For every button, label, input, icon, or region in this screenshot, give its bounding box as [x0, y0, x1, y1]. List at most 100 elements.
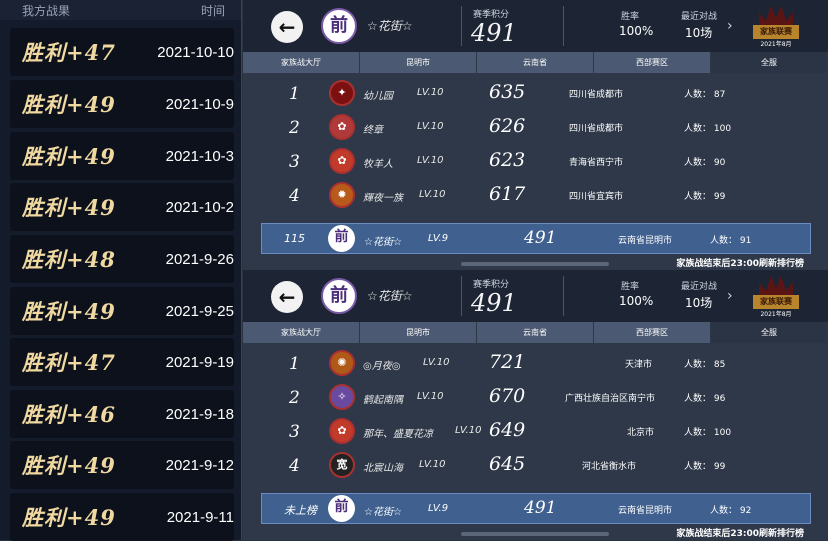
- record-row[interactable]: 胜利+46 2021-9-18: [10, 390, 234, 438]
- win-rate-value: 100%: [619, 294, 654, 308]
- clan-name: 北宸山海: [363, 463, 403, 474]
- clan-name: 幼儿园: [363, 91, 393, 102]
- tab-region[interactable]: 全服: [711, 322, 828, 343]
- record-row[interactable]: 胜利+49 2021-10-9: [10, 80, 234, 128]
- record-row[interactable]: 胜利+49 2021-10-2: [10, 183, 234, 231]
- tab-region[interactable]: 云南省: [477, 322, 594, 343]
- tab-region[interactable]: 全服: [711, 52, 828, 73]
- scrollbar[interactable]: [461, 262, 609, 266]
- arrow-left-icon: ←: [278, 285, 296, 309]
- tab-region[interactable]: 西部赛区: [594, 52, 711, 73]
- badge-title: 家族联赛: [753, 25, 799, 39]
- record-result: 胜利+47: [22, 350, 116, 375]
- win-rate-label: 胜率: [621, 282, 640, 292]
- member-count: 人数： 90: [684, 158, 726, 168]
- ranking-row[interactable]: 4 ✹ 輝夜一族 LV.10 617 四川省宜宾市 人数： 99: [243, 179, 828, 213]
- clan-level: LV.10: [419, 459, 446, 470]
- chevron-right-icon[interactable]: ›: [727, 288, 733, 304]
- clan-avatar-icon: ✧: [329, 384, 355, 410]
- record-result: 胜利+49: [22, 505, 116, 530]
- member-count: 人数： 85: [684, 360, 726, 370]
- record-result: 胜利+49: [22, 453, 116, 478]
- record-row[interactable]: 胜利+47 2021-10-10: [10, 28, 234, 76]
- rank-number: 4: [289, 456, 300, 476]
- clan-location: 天津市: [625, 360, 653, 370]
- ranking-row[interactable]: 1 ✺ ◎月夜◎ LV.10 721 天津市 人数： 85: [243, 347, 828, 381]
- clan-location: 四川省成都市: [569, 124, 624, 134]
- my-clan-location: 云南省昆明市: [618, 236, 673, 246]
- rank-number: 4: [289, 186, 300, 206]
- my-rank: 未上榜: [284, 504, 317, 517]
- tab-region[interactable]: 家族战大厅: [243, 52, 360, 73]
- rank-number: 3: [289, 152, 300, 172]
- badge-season: 2021年8月: [760, 41, 792, 48]
- record-row[interactable]: 胜利+49 2021-9-25: [10, 287, 234, 335]
- member-count: 人数： 87: [684, 90, 726, 100]
- clan-avatar-icon: ✿: [329, 148, 355, 174]
- tab-region[interactable]: 昆明市: [360, 322, 477, 343]
- clan-location: 青海省西宁市: [569, 158, 624, 168]
- back-button[interactable]: ←: [271, 281, 303, 313]
- clan-level: LV.10: [417, 121, 444, 132]
- ranking-row[interactable]: 1 ✦ 幼儿园 LV.10 635 四川省成都市 人数： 87: [243, 77, 828, 111]
- clan-avatar: 前: [321, 278, 357, 314]
- member-count: 人数： 99: [684, 462, 726, 472]
- scrollbar[interactable]: [461, 532, 609, 536]
- ranking-row[interactable]: 3 ✿ 那年、盛夏花凉 LV.10 649 北京市 人数： 100: [243, 415, 828, 449]
- clan-location: 河北省衡水市: [582, 462, 637, 472]
- record-row[interactable]: 胜利+47 2021-9-19: [10, 338, 234, 386]
- my-clan-row[interactable]: 115 前 ☆花街☆ LV.9 491 云南省昆明市 人数： 91: [261, 223, 811, 254]
- clan-name: 輝夜一族: [363, 193, 403, 204]
- tab-region[interactable]: 云南省: [477, 52, 594, 73]
- record-row[interactable]: 胜利+49 2021-9-12: [10, 441, 234, 489]
- clan-location: 北京市: [627, 428, 655, 438]
- clan-level: LV.10: [417, 87, 444, 98]
- tab-region[interactable]: 家族战大厅: [243, 322, 360, 343]
- ranking-row[interactable]: 4 宽北宸山海 LV.10 645 河北省衡水市 人数： 99: [243, 449, 828, 483]
- ranking-row[interactable]: 3 ✿ 牧羊人 LV.10 623 青海省西宁市 人数： 90: [243, 145, 828, 179]
- clan-score: 721: [489, 351, 526, 373]
- clan-name: 牧羊人: [363, 159, 393, 170]
- recent-battles-value: 10场: [685, 26, 713, 40]
- region-tabs: 家族战大厅 昆明市 云南省 西部赛区 全服: [243, 52, 828, 73]
- tab-region[interactable]: 昆明市: [360, 52, 477, 73]
- record-date: 2021-9-26: [165, 250, 234, 268]
- chevron-right-icon[interactable]: ›: [727, 18, 733, 34]
- record-date: 2021-9-25: [165, 302, 234, 320]
- record-date: 2021-9-19: [165, 353, 234, 371]
- badge-season: 2021年8月: [760, 311, 792, 318]
- clan-score: 617: [489, 183, 526, 205]
- clan-avatar-icon: ✹: [329, 182, 355, 208]
- record-result: 胜利+49: [22, 195, 116, 220]
- back-button[interactable]: ←: [271, 11, 303, 43]
- my-clan-score: 491: [524, 498, 557, 518]
- my-clan-row[interactable]: 未上榜前 ☆花街☆ LV.9 491 云南省昆明市 人数： 92: [261, 493, 811, 524]
- record-row[interactable]: 胜利+49 2021-9-11: [10, 493, 234, 541]
- header-time-label: 时间: [200, 3, 225, 18]
- win-rate-value: 100%: [619, 24, 654, 38]
- ranking-panel: ← 前 ☆花街☆ 赛季积分 491 胜率 100% 最近对战 10场 › 家族联赛 2021年8月 家族…: [243, 270, 828, 540]
- league-badge[interactable]: 家族联赛 2021年8月: [753, 273, 799, 318]
- clan-level: LV.10: [417, 391, 444, 402]
- record-row[interactable]: 胜利+48 2021-9-26: [10, 235, 234, 283]
- badge-title: 家族联赛: [753, 295, 799, 309]
- record-row[interactable]: 胜利+49 2021-10-3: [10, 132, 234, 180]
- record-result: 胜利+49: [22, 92, 116, 117]
- ranking-panel: ← 前 ☆花街☆ 赛季积分 491 胜率 100% 最近对战 10场 › 家族联赛 2021年8月 家族…: [243, 0, 828, 270]
- my-member-count: 人数： 91: [710, 236, 752, 246]
- my-clan-name: ☆花街☆: [364, 237, 402, 248]
- clan-name: ☆花街☆: [367, 19, 413, 33]
- ranking-row[interactable]: 2 ✿ 终章 LV.10 626 四川省成都市 人数： 100: [243, 111, 828, 145]
- clan-name: 鹤起南隅: [363, 395, 403, 406]
- my-clan-location: 云南省昆明市: [618, 506, 673, 516]
- record-result: 胜利+49: [22, 299, 116, 324]
- record-result: 胜利+47: [22, 40, 116, 65]
- league-badge[interactable]: 家族联赛 2021年8月: [753, 3, 799, 48]
- ranking-row[interactable]: 2 ✧ 鹤起南隅 LV.10 670 广西壮族自治区南宁市 人数： 96: [243, 381, 828, 415]
- clan-score: 670: [489, 385, 526, 407]
- tab-region[interactable]: 西部赛区: [594, 322, 711, 343]
- refresh-note: 家族战结束后23:00刷新排行榜: [676, 529, 804, 539]
- clan-avatar-icon: ✦: [329, 80, 355, 106]
- clan-avatar-icon: 宽: [329, 452, 355, 478]
- rank-number: 1: [289, 354, 300, 374]
